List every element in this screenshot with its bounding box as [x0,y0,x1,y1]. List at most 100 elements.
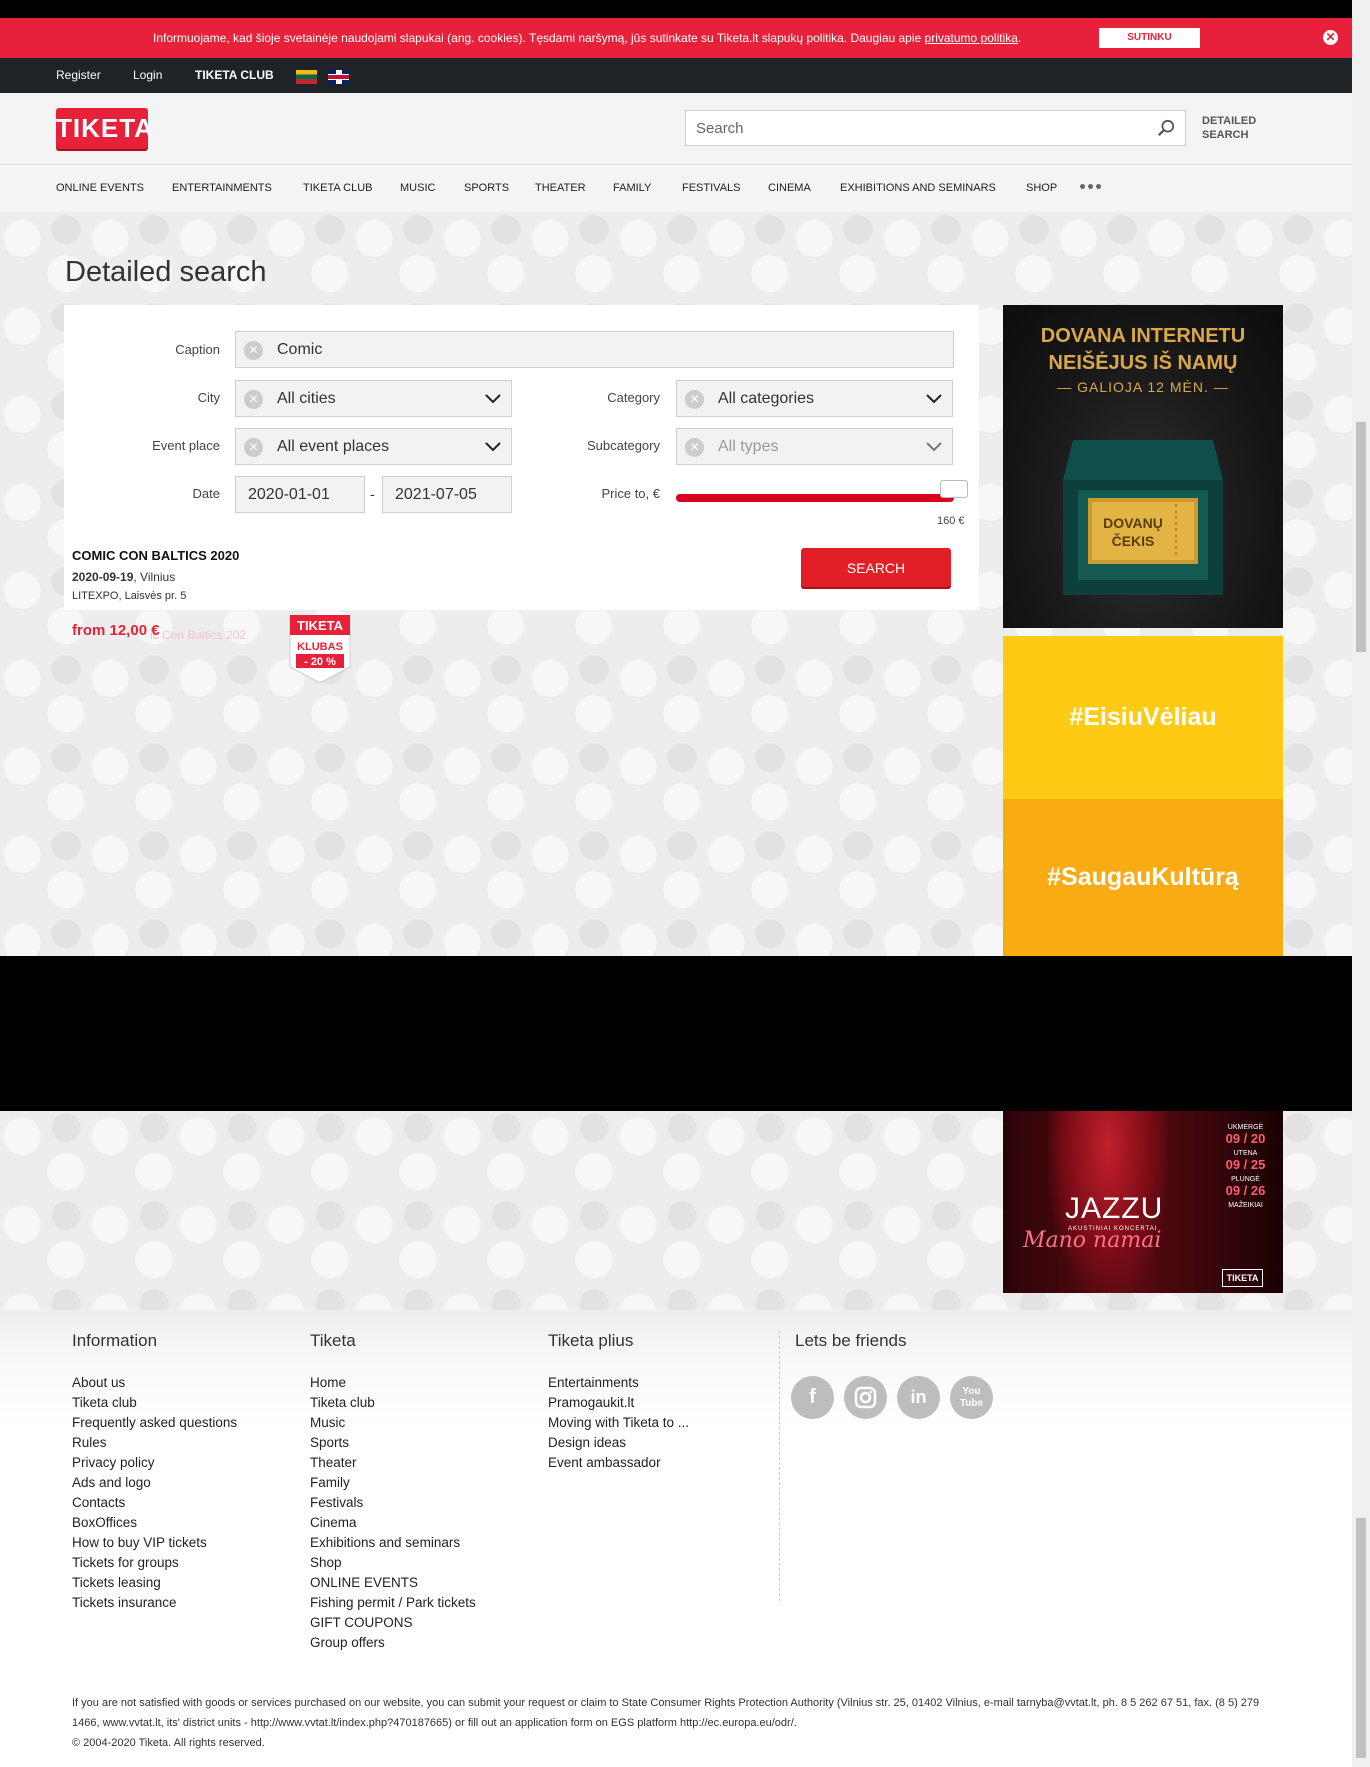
footer-plius-link[interactable]: Entertainments [548,1373,689,1393]
event-place-value: All event places [277,438,390,455]
footer-info-link[interactable]: Privacy policy [72,1453,237,1473]
footer-tiketa-link[interactable]: GIFT COUPONS [310,1613,476,1633]
lithuanian-flag-icon[interactable] [296,70,317,84]
top-strip [0,0,1352,18]
event-title[interactable]: COMIC CON BALTICS 2020 [72,548,239,563]
scrollbar-thumb-lower[interactable] [1356,1518,1366,1758]
subcategory-select[interactable]: ✕ All types [676,428,953,465]
footer-tiketa-link[interactable]: Family [310,1473,476,1493]
privacy-policy-link[interactable]: privatumo politika [925,31,1018,45]
scrollbar-thumb[interactable] [1356,422,1366,652]
event-place-select[interactable]: ✕ All event places [235,428,512,465]
footer-tiketa-link[interactable]: Exhibitions and seminars [310,1533,476,1553]
nav-music[interactable]: MUSIC [400,182,435,194]
gift-voucher-ad[interactable]: DOVANA INTERNETU NEIŠĖJUS IŠ NAMŲ — GALIO… [1003,305,1283,628]
nav-exhibitions[interactable]: EXHIBITIONS AND SEMINARS [840,182,996,194]
footer-info-link[interactable]: Frequently asked questions [72,1413,237,1433]
footer-info-link[interactable]: About us [72,1373,237,1393]
footer-plius-link[interactable]: Pramogaukit.lt [548,1393,689,1413]
search-icon[interactable] [1157,119,1175,137]
clear-icon[interactable]: ✕ [244,438,263,457]
legal-notice: If you are not satisfied with goods or s… [72,1697,1260,1729]
svg-text:DOVANŲ: DOVANŲ [1103,515,1163,531]
footer-info-link[interactable]: Tickets insurance [72,1593,237,1613]
more-menu-icon[interactable] [1080,184,1101,189]
badge-discount: - 20 % [304,656,336,668]
footer-info-link[interactable]: BoxOffices [72,1513,237,1533]
linkedin-icon[interactable]: in [897,1376,940,1419]
footer-info-link[interactable]: How to buy VIP tickets [72,1533,237,1553]
tiketa-club-link[interactable]: TIKETA CLUB [195,68,274,82]
search-box [685,110,1186,146]
scrollbar[interactable] [1352,0,1370,1767]
caption-field[interactable]: ✕ Comic [235,331,954,368]
footer-plius-link[interactable]: Event ambassador [548,1453,689,1473]
footer-info-link[interactable]: Ads and logo [72,1473,237,1493]
facebook-icon[interactable]: f [791,1376,834,1419]
footer-tiketa-link[interactable]: Theater [310,1453,476,1473]
nav-entertainments[interactable]: ENTERTAINMENTS [172,182,272,194]
footer-info-link[interactable]: Contacts [72,1493,237,1513]
register-link[interactable]: Register [56,68,101,82]
footer-info-link[interactable]: Tickets for groups [72,1553,237,1573]
ad4-tiketa-logo: TIKETA [1222,1269,1263,1287]
english-flag-icon[interactable] [328,70,349,84]
price-slider-track[interactable] [676,494,954,502]
city-value: All cities [277,390,336,407]
tiketa-klubas-discount-badge: TIKETA KLUBAS - 20 % [289,615,351,683]
youtube-icon[interactable]: You Tube [950,1376,993,1419]
nav-cinema[interactable]: CINEMA [768,182,811,194]
footer-tiketa-link[interactable]: Shop [310,1553,476,1573]
category-select[interactable]: ✕ All categories [676,380,953,417]
footer-plius-link[interactable]: Design ideas [548,1433,689,1453]
clear-icon[interactable]: ✕ [244,341,263,360]
main-nav: ONLINE EVENTS ENTERTAINMENTS TIKETA CLUB… [0,166,1352,212]
nav-family[interactable]: FAMILY [613,182,651,194]
detailed-search-link[interactable]: DETAILED SEARCH [1202,114,1272,142]
caption-value: Comic [277,341,323,358]
saugau-kultura-ad[interactable]: #SaugauKultūrą [1003,799,1283,956]
svg-text:ČEKIS: ČEKIS [1112,532,1155,549]
instagram-icon[interactable] [844,1376,887,1419]
city-select[interactable]: ✕ All cities [235,380,512,417]
jazzu-concert-ad[interactable]: JAZZU AKUSTINIAI KONCERTAI Mano namai UK… [1003,1110,1283,1293]
footer-tiketa-link[interactable]: Festivals [310,1493,476,1513]
date-to-field[interactable]: 2021-07-05 [382,476,512,513]
tiketa-logo[interactable]: TIKETA [56,108,153,149]
chevron-down-icon [485,394,501,404]
footer-tiketa-link[interactable]: Tiketa club [310,1393,476,1413]
price-slider-handle[interactable] [940,480,968,498]
city-label: City [197,390,220,405]
eisiu-veliau-ad[interactable]: #EisiuVėliau [1003,636,1283,799]
footer-tiketa-link[interactable]: Cinema [310,1513,476,1533]
footer-tiketa-link[interactable]: ONLINE EVENTS [310,1573,476,1593]
footer-tiketa-link[interactable]: Fishing permit / Park tickets [310,1593,476,1613]
cookie-close-icon[interactable]: ✕ [1323,30,1338,45]
footer-tiketa-link[interactable]: Home [310,1373,476,1393]
clear-icon[interactable]: ✕ [244,390,263,409]
nav-theater[interactable]: THEATER [535,182,586,194]
footer-info-link[interactable]: Rules [72,1433,237,1453]
footer-info-title: Information [72,1331,158,1350]
ad4-artist: JAZZU [1065,1192,1164,1225]
search-button[interactable]: SEARCH [801,548,951,589]
clear-icon[interactable]: ✕ [685,390,704,409]
nav-festivals[interactable]: FESTIVALS [682,182,740,194]
footer-tiketa-link[interactable]: Music [310,1413,476,1433]
chevron-down-icon [926,394,942,404]
nav-tiketa-club[interactable]: TIKETA CLUB [303,182,372,194]
event-date: 2020-09-19, Vilnius [72,570,176,584]
login-link[interactable]: Login [133,68,162,82]
clear-icon[interactable]: ✕ [685,438,704,457]
nav-shop[interactable]: SHOP [1026,182,1057,194]
search-input[interactable] [686,111,1126,145]
nav-online-events[interactable]: ONLINE EVENTS [56,182,144,194]
footer-info-link[interactable]: Tiketa club [72,1393,237,1413]
cookie-accept-button[interactable]: SUTINKU [1099,28,1200,48]
footer-info-link[interactable]: Tickets leasing [72,1573,237,1593]
footer-tiketa-link[interactable]: Group offers [310,1633,476,1653]
date-from-field[interactable]: 2020-01-01 [235,476,365,513]
nav-sports[interactable]: SPORTS [464,182,509,194]
footer-tiketa-link[interactable]: Sports [310,1433,476,1453]
footer-plius-link[interactable]: Moving with Tiketa to ... [548,1413,689,1433]
